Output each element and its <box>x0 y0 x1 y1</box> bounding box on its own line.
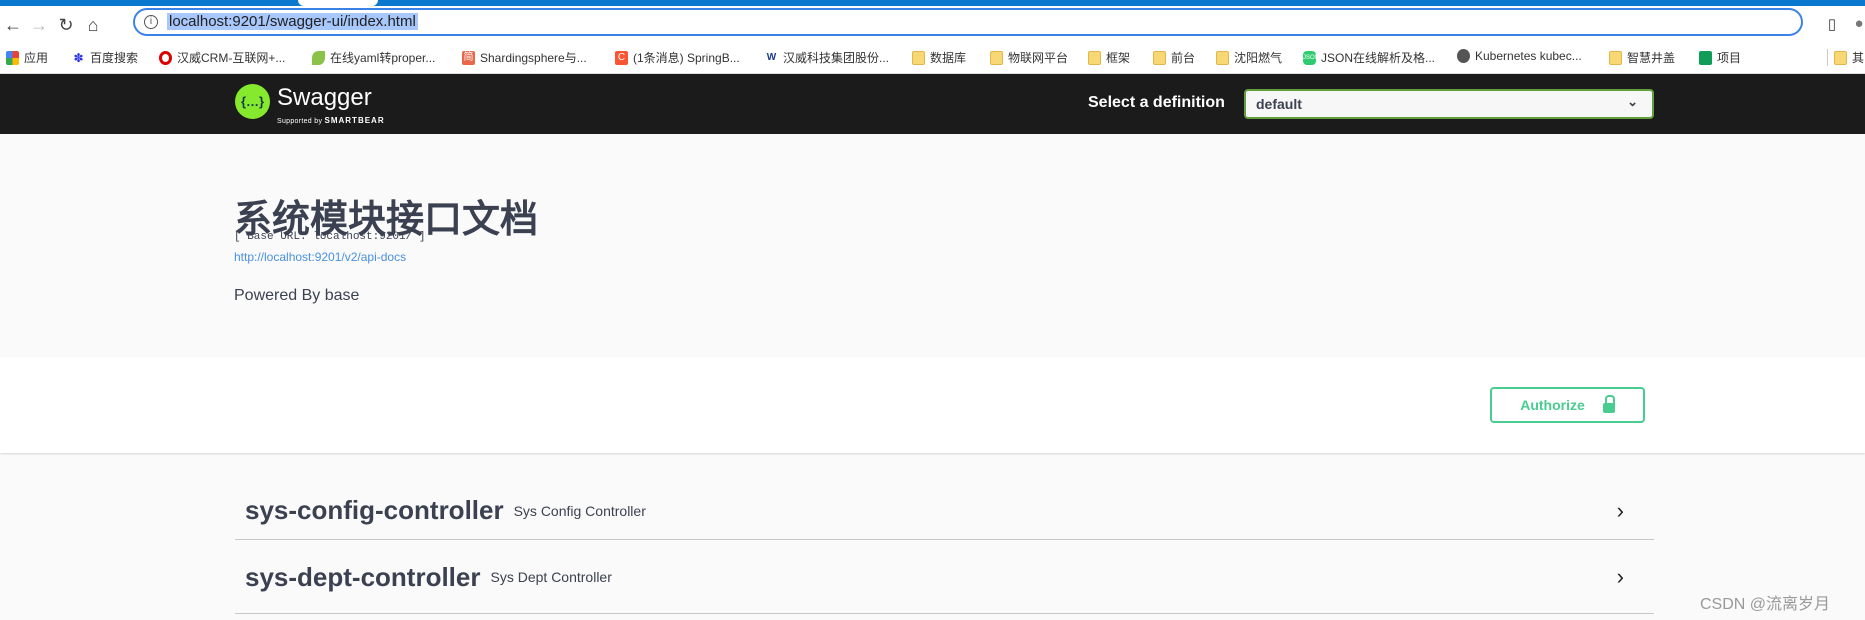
chevron-right-icon[interactable]: › <box>1617 498 1624 524</box>
globe-icon <box>1457 49 1470 63</box>
brand-name: Swagger <box>277 84 372 111</box>
bookmark-label: 数据库 <box>930 51 967 65</box>
bookmark-item[interactable]: ✽ 百度搜索 <box>72 49 138 66</box>
bookmark-folder[interactable]: 智慧井盖 <box>1609 49 1675 66</box>
unlock-icon <box>1602 395 1615 413</box>
bookmark-item[interactable]: W 汉威科技集团股份... <box>765 49 889 66</box>
api-description: Powered By base <box>234 287 360 304</box>
jian-icon: 简 <box>462 50 475 65</box>
bookmark-label: 前台 <box>1171 51 1196 65</box>
bookmark-item[interactable]: 汉威CRM-互联网+... <box>159 49 285 66</box>
bookmark-label: 智慧井盖 <box>1627 51 1676 65</box>
bookmark-item[interactable]: 简 Shardingsphere与... <box>462 49 587 66</box>
bookmark-folder[interactable]: 沈阳燃气 <box>1216 49 1282 66</box>
tag-name: sys-dept-controller <box>245 561 481 592</box>
chevron-right-icon[interactable]: › <box>1617 564 1624 590</box>
bookmark-label: 其 <box>1852 51 1865 65</box>
red-circle-icon <box>159 50 172 65</box>
sheets-icon <box>1699 50 1712 65</box>
bookmarks-bar: 应用 ✽ 百度搜索 汉威CRM-互联网+... 在线yaml转proper... … <box>0 42 1865 74</box>
selected-definition: default <box>1256 96 1302 112</box>
authorize-button[interactable]: Authorize <box>1490 387 1645 423</box>
swagger-logo-icon[interactable]: {…} <box>235 84 270 119</box>
bookmark-label: 项目 <box>1717 51 1742 65</box>
url-text[interactable]: localhost:9201/swagger-ui/index.html <box>167 13 418 30</box>
profile-avatar-icon[interactable]: ● <box>1848 15 1865 32</box>
bookmark-label: 应用 <box>24 51 49 65</box>
baidu-paw-icon: ✽ <box>73 50 84 65</box>
back-icon[interactable]: ← <box>2 15 24 36</box>
bookmark-label: 汉威CRM-互联网+... <box>177 51 286 65</box>
bookmark-folder-other[interactable]: 其 <box>1827 49 1864 66</box>
bookmark-label: Kubernetes kubec... <box>1475 49 1582 63</box>
folder-icon <box>912 50 925 65</box>
chevron-down-icon: ⌄ <box>1627 94 1638 109</box>
bookmark-label: (1条消息) SpringB... <box>633 51 740 65</box>
folder-icon <box>1088 50 1101 65</box>
bookmark-label: Shardingsphere与... <box>480 51 587 65</box>
authorize-label: Authorize <box>1520 397 1585 413</box>
smartbear: SMARTBEAR <box>324 116 385 125</box>
apps-grid-icon <box>6 50 19 65</box>
bookmark-label: 沈阳燃气 <box>1234 51 1283 65</box>
supported-by: Supported by <box>277 118 323 125</box>
hanwei-logo-icon: W <box>765 50 778 65</box>
folder-icon <box>990 50 1003 65</box>
bookmark-folder[interactable]: 数据库 <box>912 49 966 66</box>
tag-name: sys-config-controller <box>245 495 504 525</box>
folder-icon <box>1153 50 1166 65</box>
bookmark-folder[interactable]: 框架 <box>1088 49 1130 66</box>
bookmark-item[interactable]: 项目 <box>1699 49 1741 66</box>
definition-select[interactable]: default ⌄ <box>1244 89 1654 119</box>
address-bar[interactable]: i localhost:9201/swagger-ui/index.html <box>133 8 1803 36</box>
bookmark-item[interactable]: JSON JSON在线解析及格... <box>1303 49 1435 66</box>
csdn-c-icon: C <box>615 50 628 65</box>
bookmark-item[interactable]: 在线yaml转proper... <box>312 49 435 66</box>
spring-leaf-icon <box>312 50 325 65</box>
forward-icon[interactable]: → <box>28 15 50 36</box>
tag-sys-config-controller[interactable]: sys-config-controller Sys Config Control… <box>235 482 1654 540</box>
side-panel-icon[interactable]: ▯ <box>1821 15 1843 33</box>
bookmark-label: 框架 <box>1106 51 1131 65</box>
bookmark-apps[interactable]: 应用 <box>6 49 48 66</box>
home-icon[interactable]: ⌂ <box>82 15 104 36</box>
api-docs-link[interactable]: http://localhost:9201/v2/api-docs <box>234 250 406 264</box>
folder-icon <box>1609 50 1622 65</box>
bookmark-label: 在线yaml转proper... <box>330 51 436 65</box>
folder-icon <box>1216 50 1229 65</box>
json-icon: JSON <box>1303 50 1319 65</box>
bookmark-item[interactable]: Kubernetes kubec... <box>1457 49 1582 63</box>
info-icon[interactable]: i <box>144 15 158 29</box>
select-definition-label: Select a definition <box>1088 94 1225 111</box>
base-url: [ Base URL: localhost:9201/ ] <box>234 231 426 243</box>
reload-icon[interactable]: ↻ <box>55 15 77 36</box>
bookmark-label: 汉威科技集团股份... <box>783 51 890 65</box>
brand-subtitle: Supported by SMARTBEAR <box>277 116 385 125</box>
watermark: CSDN @流离岁月 <box>1700 596 1831 613</box>
bookmark-label: JSON在线解析及格... <box>1321 51 1436 65</box>
tag-description: Sys Dept Controller <box>490 569 612 585</box>
bookmark-label: 百度搜索 <box>90 51 139 65</box>
tag-description: Sys Config Controller <box>513 502 646 519</box>
bookmark-folder[interactable]: 物联网平台 <box>990 49 1068 66</box>
bookmark-item[interactable]: C (1条消息) SpringB... <box>615 49 740 66</box>
bookmark-label: 物联网平台 <box>1008 51 1069 65</box>
bookmark-folder[interactable]: 前台 <box>1153 49 1195 66</box>
folder-icon <box>1834 50 1847 65</box>
tag-sys-dept-controller[interactable]: sys-dept-controller Sys Dept Controller … <box>235 541 1654 614</box>
